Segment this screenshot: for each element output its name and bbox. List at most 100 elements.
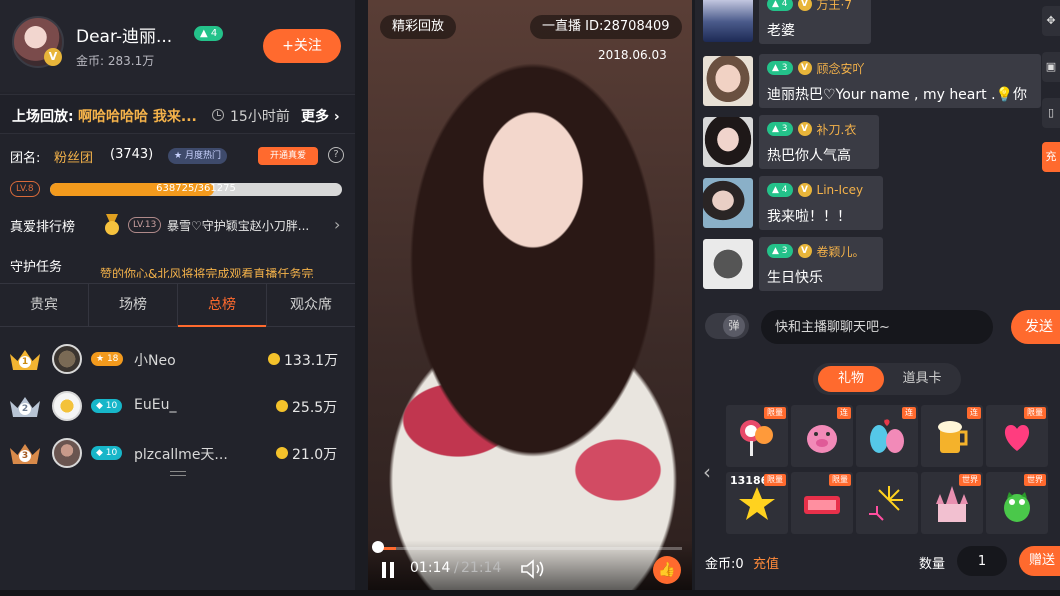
verified-badge: V bbox=[797, 244, 812, 258]
medal-icon bbox=[103, 214, 121, 236]
quantity-input[interactable] bbox=[957, 546, 1007, 576]
gift-star[interactable]: 13186 限量 bbox=[726, 472, 788, 534]
gift-lollipop[interactable]: 限量 bbox=[726, 405, 788, 467]
replay-row: 上场回放: 啊哈哈哈哈 我来... 15小时前 更多 › bbox=[0, 94, 355, 134]
user-level-badge: ◆ 10 bbox=[91, 399, 123, 413]
tab-prop-cards[interactable]: 道具卡 bbox=[889, 366, 955, 392]
gift-castle[interactable]: 世界 bbox=[921, 472, 983, 534]
gift-tag: 连 bbox=[967, 407, 981, 419]
progress-knob[interactable] bbox=[372, 541, 384, 553]
recharge-link[interactable]: 充值 bbox=[753, 553, 779, 572]
tab-session-rank[interactable]: 场榜 bbox=[89, 284, 178, 326]
tab-total-rank[interactable]: 总榜 bbox=[178, 284, 267, 327]
silver-crown-icon: 2 bbox=[10, 393, 40, 419]
host-name[interactable]: Dear-迪丽... bbox=[76, 22, 172, 47]
gift-fireworks[interactable] bbox=[856, 472, 918, 534]
guard-task-label: 守护任务 bbox=[10, 260, 63, 275]
gift-beer[interactable]: 连 bbox=[921, 405, 983, 467]
gift-couple[interactable]: 连 bbox=[856, 405, 918, 467]
ranking-top-user: 暴雪♡守护颖宝赵小刀胖... bbox=[167, 219, 310, 233]
avatar[interactable] bbox=[52, 391, 82, 421]
gift-dragon[interactable]: 世界 bbox=[986, 472, 1048, 534]
video-date: 2018.06.03 bbox=[598, 48, 667, 62]
avatar[interactable] bbox=[52, 344, 82, 374]
love-sign-icon bbox=[804, 496, 840, 514]
avatar[interactable] bbox=[703, 239, 753, 289]
chat-username[interactable]: 卷颖儿。 bbox=[817, 243, 865, 260]
chat-username[interactable]: 顾念安吖 bbox=[817, 60, 865, 77]
tab-vip[interactable]: 贵宾 bbox=[0, 284, 89, 326]
tab-audience[interactable]: 观众席 bbox=[267, 284, 355, 326]
chevron-left-icon[interactable]: ‹ bbox=[703, 460, 711, 484]
gift-tag: 世界 bbox=[959, 474, 981, 486]
chat-username[interactable]: 补刀.衣 bbox=[817, 121, 857, 138]
avatar[interactable] bbox=[703, 117, 753, 167]
chat-bubble: ▲ 3 V 卷颖儿。 生日快乐 bbox=[759, 237, 883, 291]
more-link[interactable]: 更多 › bbox=[301, 106, 340, 126]
fan-club-label: 团名: bbox=[10, 151, 41, 166]
avatar[interactable] bbox=[703, 0, 753, 42]
beer-icon bbox=[938, 421, 968, 453]
share-icon[interactable]: ✥ bbox=[1042, 6, 1060, 36]
follow-button[interactable]: +关注 bbox=[263, 29, 341, 63]
charge-button[interactable]: 充 bbox=[1042, 142, 1060, 172]
fan-club-row: 团名: 粉丝团 (3743) ★ 月度热门 开通真爱 ? bbox=[0, 140, 355, 172]
help-icon[interactable]: ? bbox=[328, 147, 344, 163]
user-level-value: 4 bbox=[781, 0, 788, 9]
love-ranking-row[interactable]: 真爱排行榜 LV.13 暴雪♡守护颖宝赵小刀胖... › bbox=[0, 210, 355, 240]
castle-icon bbox=[936, 486, 968, 522]
replay-title[interactable]: 啊哈哈哈哈 我来... bbox=[78, 106, 197, 126]
danmu-toggle[interactable]: 弹 bbox=[705, 313, 749, 339]
replay-tag: 精彩回放 bbox=[380, 15, 457, 39]
progress-bar[interactable] bbox=[378, 547, 682, 550]
user-level-value: 18 bbox=[106, 354, 119, 364]
leaderboard-row[interactable]: 3 ◆ 10 plzcallme天... 21.0万 bbox=[0, 430, 355, 477]
gift-tag: 连 bbox=[837, 407, 851, 419]
rank-number: 3 bbox=[19, 450, 31, 462]
avatar[interactable] bbox=[52, 438, 82, 468]
chat-input[interactable] bbox=[761, 310, 993, 344]
user-level-badge: ▲ 3 bbox=[767, 122, 793, 136]
rank-number: 1 bbox=[19, 356, 31, 368]
gift-tabs: 礼物 道具卡 bbox=[813, 363, 961, 395]
gift-count: 13186 bbox=[730, 474, 769, 487]
avatar[interactable] bbox=[703, 56, 753, 106]
gift-tag: 限量 bbox=[764, 474, 786, 486]
level-badge: LV.8 bbox=[10, 181, 40, 197]
dragon-icon bbox=[1004, 492, 1030, 522]
verified-badge: V bbox=[797, 122, 812, 136]
open-fan-club-button[interactable]: 开通真爱 bbox=[258, 147, 318, 165]
avatar[interactable] bbox=[703, 178, 753, 228]
lock-icon[interactable]: ▣ bbox=[1042, 52, 1060, 82]
chat-username[interactable]: Lin-Icey bbox=[817, 183, 864, 197]
leaderboard-row[interactable]: 1 ★ 18 小Neo 133.1万 bbox=[0, 336, 355, 383]
like-button[interactable]: 👍 bbox=[653, 556, 681, 584]
quantity-label: 数量 bbox=[919, 557, 946, 572]
leaderboard-row[interactable]: 2 ◆ 10 EuEu_ 25.5万 bbox=[0, 383, 355, 430]
scroll-handle[interactable] bbox=[170, 471, 186, 476]
danmu-toggle-knob: 弹 bbox=[723, 315, 745, 337]
room-id: 一直播 ID:28708409 bbox=[530, 15, 682, 39]
host-level-value: 4 bbox=[210, 28, 218, 39]
coin-icon bbox=[268, 353, 280, 365]
chat-username[interactable]: 万王·7 bbox=[817, 0, 852, 13]
tab-gifts[interactable]: 礼物 bbox=[818, 366, 884, 392]
user-level-value: 10 bbox=[105, 448, 118, 458]
gift-pig[interactable]: 连 bbox=[791, 405, 853, 467]
gift-love-sign[interactable]: 限量 bbox=[791, 472, 853, 534]
volume-icon[interactable] bbox=[520, 559, 546, 579]
bronze-crown-icon: 3 bbox=[10, 440, 40, 466]
contribution-value: 25.5万 bbox=[292, 400, 338, 416]
user-level-value: 3 bbox=[781, 124, 788, 134]
replay-label: 上场回放: bbox=[12, 109, 74, 125]
fireworks-icon bbox=[869, 486, 903, 521]
user-level-badge: ◆ 10 bbox=[91, 446, 123, 460]
player-controls: 01:14 / 21:14 👍 bbox=[368, 540, 692, 590]
coin-balance: 金币:0 bbox=[705, 557, 744, 572]
chevron-right-icon[interactable]: › bbox=[334, 215, 340, 234]
pause-icon[interactable] bbox=[380, 562, 396, 578]
video-player[interactable]: 精彩回放 一直播 ID:28708409 2018.06.03 01:14 / … bbox=[368, 0, 692, 590]
star-icon bbox=[739, 487, 775, 520]
gift-heart[interactable]: 限量 bbox=[986, 405, 1048, 467]
phone-icon[interactable]: ▯ bbox=[1042, 98, 1060, 128]
